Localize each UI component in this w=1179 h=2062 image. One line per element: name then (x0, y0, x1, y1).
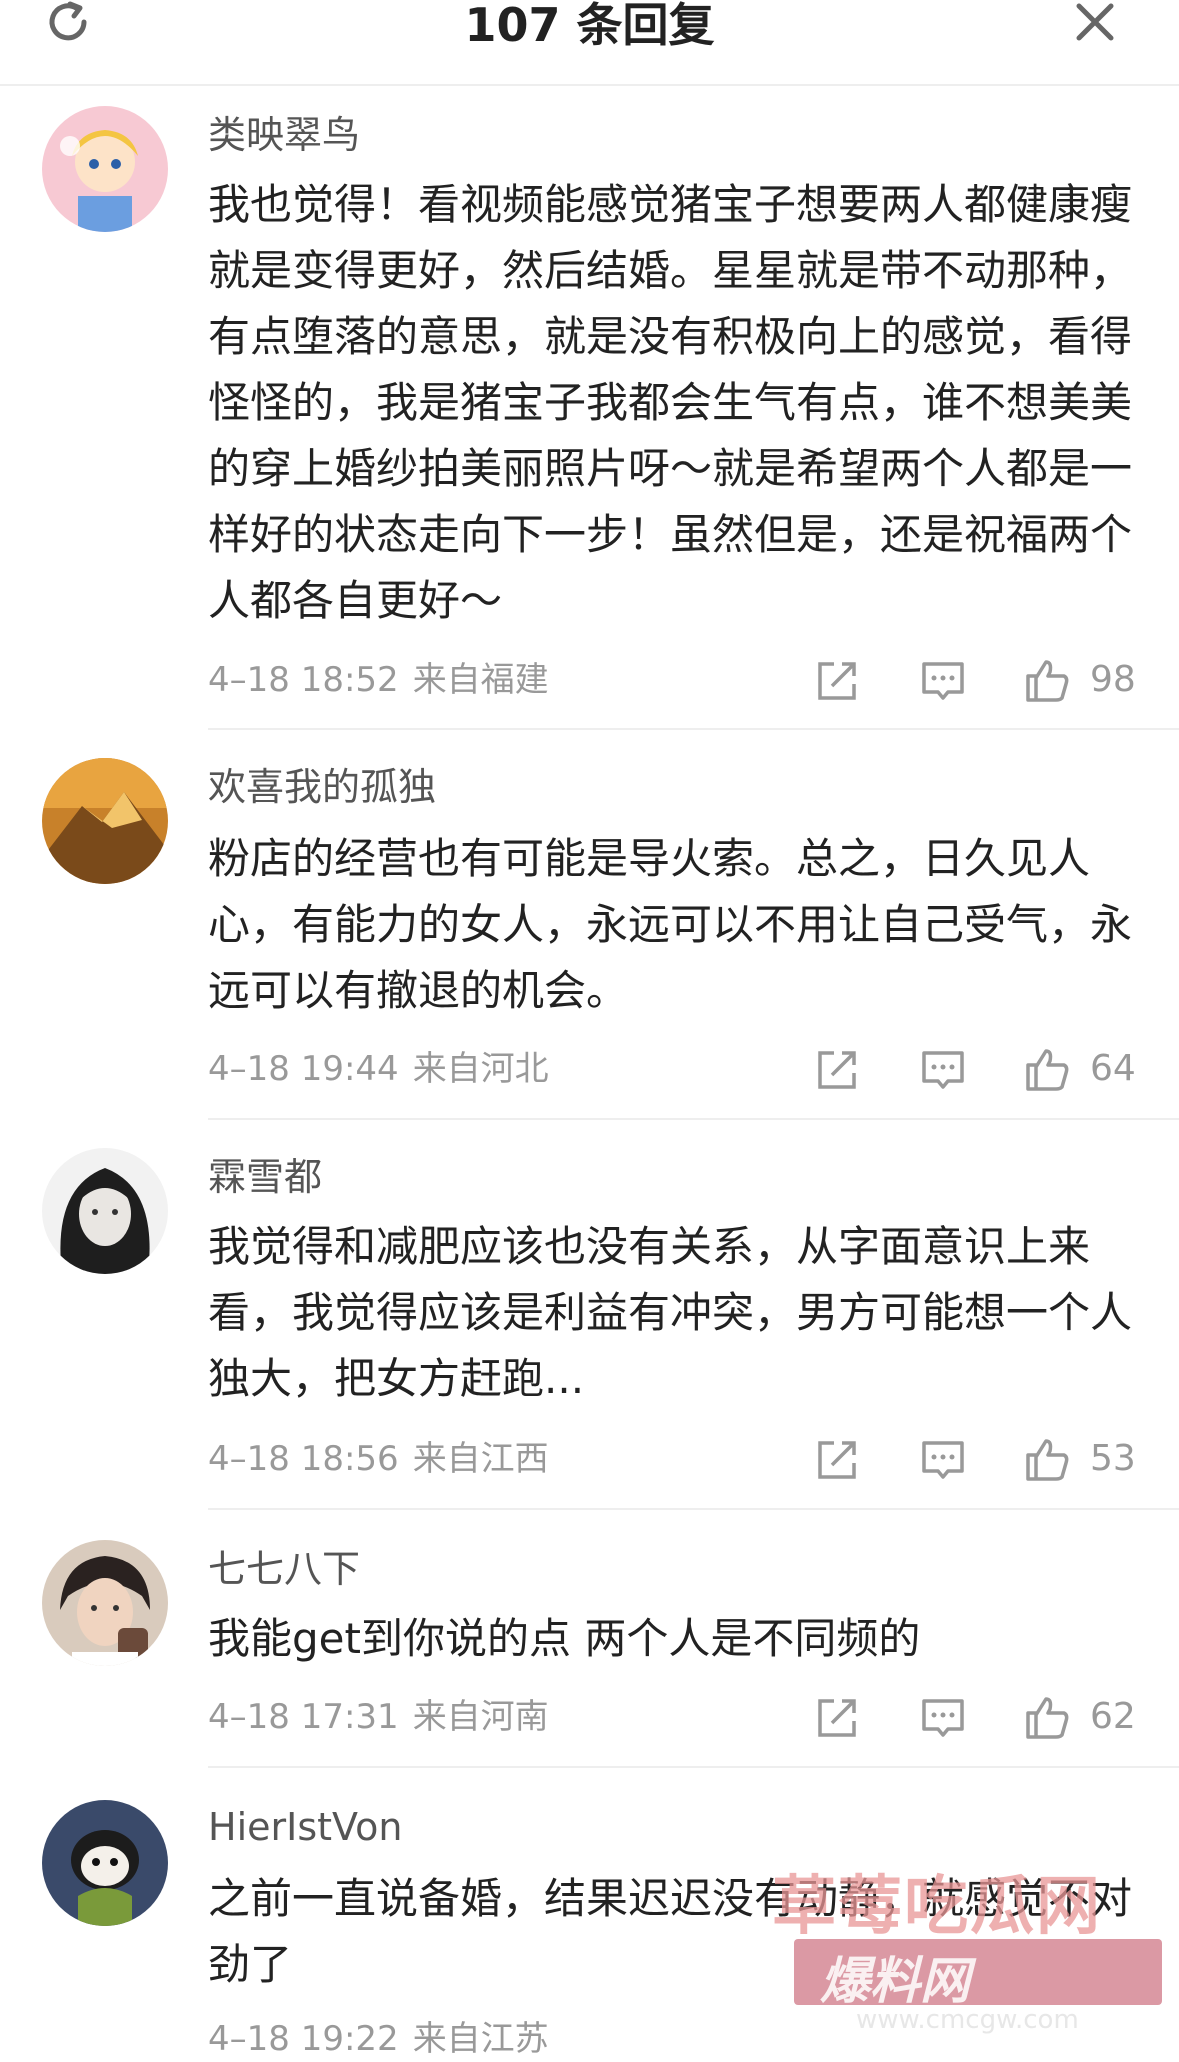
avatar[interactable] (42, 1148, 168, 1274)
close-button[interactable] (1071, 0, 1119, 48)
comment-text: 我觉得和减肥应该也没有关系，从字面意识上来看，我觉得应该是利益有冲突，男方可能想… (208, 1222, 1133, 1403)
comment-location: 来自河南 (412, 1697, 549, 1737)
avatar[interactable] (42, 1540, 168, 1666)
comment-text: 粉店的经营也有可能是导火索。总之，日久见人心，有能力的女人，永远可以不用让自己受… (208, 834, 1133, 1015)
comment-location: 来自江西 (412, 1439, 549, 1479)
reply-button[interactable] (918, 656, 968, 706)
reply-button[interactable] (918, 1435, 968, 1485)
divider (208, 1508, 1179, 1510)
header-bar: 107 条回复 (0, 0, 1179, 86)
comment-meta: 4–18 19:22 来自江苏 (208, 2016, 549, 2062)
thumbs-up-icon (1026, 1697, 1069, 1739)
reply-button[interactable] (918, 1045, 968, 1095)
comment-meta: 4–18 17:31 来自河南 (208, 1694, 549, 1740)
divider (208, 1118, 1179, 1120)
thumbs-up-icon (1026, 660, 1069, 702)
avatar[interactable] (42, 758, 168, 884)
reply-button[interactable] (918, 1693, 968, 1743)
divider (208, 728, 1179, 730)
share-button[interactable] (812, 1045, 862, 1095)
watermark-url: www.cmcgw.com (856, 2005, 1079, 2035)
comment-text: 我能get到你说的点 两个人是不同频的 (208, 1614, 921, 1663)
thumbs-up-icon (1026, 1439, 1069, 1481)
like-button[interactable] (1022, 656, 1072, 706)
like-button[interactable] (1022, 1435, 1072, 1485)
comment-time: 4–18 19:44 (208, 1049, 399, 1089)
like-count: 98 (1090, 659, 1136, 700)
like-button[interactable] (1022, 1693, 1072, 1743)
comment-location: 来自江苏 (412, 2019, 549, 2059)
comment-location: 来自河北 (412, 1049, 549, 1089)
like-count: 62 (1090, 1696, 1136, 1737)
comment-username[interactable]: 欢喜我的孤独 (208, 762, 436, 812)
thumbs-up-icon (1026, 1049, 1069, 1091)
comment-icon (922, 1699, 964, 1737)
comment-meta: 4–18 19:44 来自河北 (208, 1046, 549, 1092)
share-icon (818, 1441, 856, 1479)
avatar[interactable] (42, 106, 168, 232)
comment-icon (922, 662, 964, 700)
comment-time: 4–18 17:31 (208, 1697, 399, 1737)
share-button[interactable] (812, 656, 862, 706)
close-icon (1076, 3, 1114, 41)
comment-icon (922, 1441, 964, 1479)
like-count: 64 (1090, 1048, 1136, 1089)
share-icon (818, 1699, 856, 1737)
comment-username[interactable]: HierIstVon (208, 1802, 402, 1852)
share-icon (818, 662, 856, 700)
divider (208, 1766, 1179, 1768)
share-button[interactable] (812, 1693, 862, 1743)
share-icon (818, 1051, 856, 1089)
comment-icon (922, 1051, 964, 1089)
comment-time: 4–18 19:22 (208, 2019, 399, 2059)
comment-location: 来自福建 (412, 660, 549, 700)
avatar[interactable] (42, 1800, 168, 1926)
comment-meta: 4–18 18:52 来自福建 (208, 657, 549, 703)
comment-username[interactable]: 七七八下 (208, 1544, 360, 1594)
like-button[interactable] (1022, 1045, 1072, 1095)
like-count: 53 (1090, 1438, 1136, 1479)
comment-username[interactable]: 类映翠鸟 (208, 110, 360, 160)
comment-meta: 4–18 18:56 来自江西 (208, 1436, 549, 1482)
page-title: 107 条回复 (464, 0, 715, 52)
comment-text: 我也觉得！看视频能感觉猪宝子想要两人都健康瘦就是变得更好，然后结婚。星星就是带不… (208, 180, 1133, 625)
comment-username[interactable]: 霖雪都 (208, 1152, 322, 1202)
share-button[interactable] (812, 1435, 862, 1485)
comment-time: 4–18 18:56 (208, 1439, 399, 1479)
comment-time: 4–18 18:52 (208, 660, 399, 700)
comment-text: 之前一直说备婚，结果迟迟没有动静，就感觉不对劲了 (208, 1874, 1133, 1989)
